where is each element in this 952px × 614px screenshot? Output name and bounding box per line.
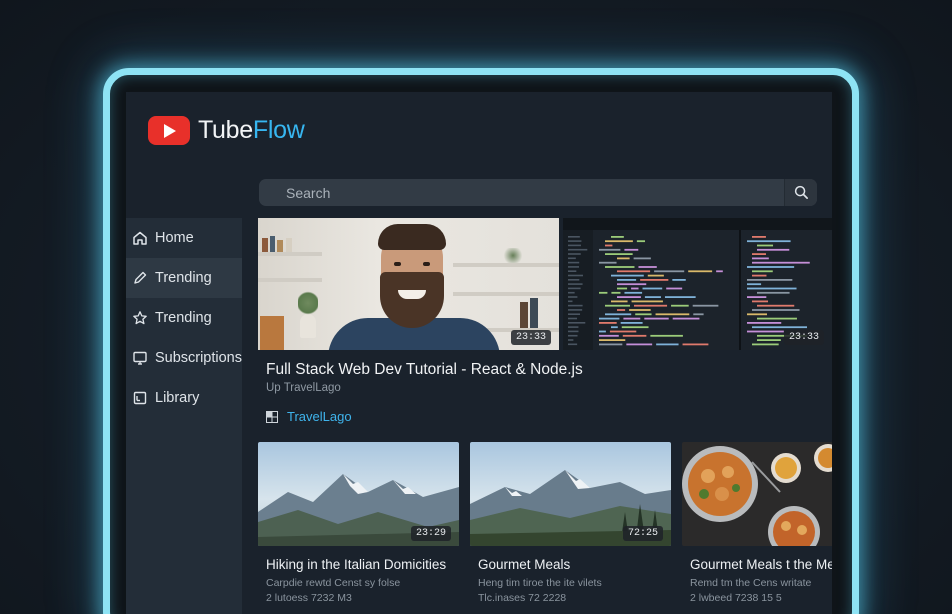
sidebar-item-label: Home bbox=[155, 230, 194, 246]
star-icon bbox=[131, 309, 149, 327]
channel-name: TravelLago bbox=[287, 409, 352, 424]
video-card[interactable]: 72:25 Gourmet Meals Heng tim tiroe the i… bbox=[470, 442, 671, 604]
sidebar-item-label: Trending bbox=[155, 310, 212, 326]
video-meta: Carpdie rewtd Censt sy folse bbox=[266, 577, 401, 589]
channel-link[interactable]: TravelLago bbox=[266, 409, 352, 424]
channel-icon bbox=[266, 410, 278, 423]
video-meta: Heng tim tiroe the ite vilets bbox=[478, 577, 602, 589]
video-card[interactable]: 23:29 Hiking in the Italian Domicities C… bbox=[258, 442, 459, 604]
search-input[interactable] bbox=[259, 179, 784, 206]
book-decoration bbox=[530, 298, 538, 328]
sidebar-item-trending-2[interactable]: Trending bbox=[126, 298, 242, 338]
person-eye bbox=[394, 262, 401, 266]
home-icon bbox=[131, 229, 149, 247]
shelf-decoration bbox=[258, 252, 322, 256]
duration-badge: 23:33 bbox=[783, 330, 824, 345]
pencil-icon bbox=[131, 269, 149, 287]
featured-video[interactable]: 23:33 23:33 bbox=[258, 218, 832, 350]
video-stats: 2 lutoess 7232 M3 bbox=[266, 592, 352, 604]
app-name-part2: Flow bbox=[252, 116, 305, 144]
shelf-decoration bbox=[453, 263, 559, 267]
video-stats: Tlc.inases 72 2228 bbox=[478, 592, 567, 604]
featured-subtitle: Up TravelLago bbox=[266, 382, 341, 394]
shelf-decoration bbox=[453, 292, 559, 296]
person-hair bbox=[378, 224, 446, 250]
duration-badge: 23:29 bbox=[410, 526, 451, 541]
book-decoration bbox=[286, 238, 292, 252]
book-decoration bbox=[270, 236, 275, 252]
featured-title[interactable]: Full Stack Web Dev Tutorial - React & No… bbox=[266, 361, 583, 379]
duration-badge: 23:33 bbox=[510, 330, 551, 345]
library-icon bbox=[131, 389, 149, 407]
app-name: TubeFlow bbox=[198, 116, 305, 145]
play-logo-icon bbox=[148, 116, 190, 145]
duration-badge: 72:25 bbox=[622, 526, 663, 541]
featured-thumbnail[interactable]: 23:33 bbox=[258, 218, 559, 350]
book-decoration bbox=[277, 240, 283, 252]
sidebar-item-subscriptions[interactable]: Subscriptions bbox=[126, 338, 242, 378]
video-title[interactable]: Gourmet Meals bbox=[470, 557, 671, 572]
sidebar-item-library[interactable]: Library bbox=[126, 378, 242, 418]
video-meta: Remd tm the Cens writate bbox=[690, 577, 812, 589]
search-bar bbox=[259, 179, 817, 206]
food-scene bbox=[682, 444, 832, 546]
video-title[interactable]: Hiking in the Italian Domicities bbox=[258, 557, 459, 572]
video-stats: 2 lwbeed 7238 15 5 bbox=[690, 592, 782, 604]
video-thumbnail[interactable] bbox=[682, 442, 832, 546]
vase-decoration bbox=[300, 314, 316, 338]
video-thumbnail[interactable]: 23:29 bbox=[258, 442, 459, 546]
app-logo[interactable]: TubeFlow bbox=[148, 116, 305, 145]
plant-decoration bbox=[298, 290, 318, 316]
search-button[interactable] bbox=[784, 179, 817, 206]
plant-decoration bbox=[502, 248, 524, 263]
lamp-decoration bbox=[260, 316, 284, 350]
book-decoration bbox=[520, 302, 528, 328]
sidebar-item-home[interactable]: Home bbox=[126, 218, 242, 258]
sidebar: Home Trending Trending Subscriptions Lib… bbox=[126, 218, 242, 614]
video-title[interactable]: Gourmet Meals t the Mel bbox=[682, 557, 832, 572]
shelf-decoration bbox=[258, 278, 322, 282]
search-icon bbox=[794, 185, 808, 199]
video-card[interactable]: Gourmet Meals t the Mel Remd tm the Cens… bbox=[682, 442, 832, 604]
sidebar-item-label: Library bbox=[155, 390, 200, 406]
subscriptions-icon bbox=[131, 349, 149, 367]
sidebar-item-label: Trending bbox=[155, 270, 212, 286]
sidebar-item-trending[interactable]: Trending bbox=[126, 258, 242, 298]
sidebar-item-label: Subscriptions bbox=[154, 350, 242, 366]
book-decoration bbox=[262, 238, 268, 252]
app-name-part1: Tube bbox=[198, 116, 253, 144]
app-window: TubeFlow Home Trending Tren bbox=[126, 92, 832, 614]
video-thumbnail[interactable]: 72:25 bbox=[470, 442, 671, 546]
person-eye bbox=[423, 262, 430, 266]
code-thumbnail[interactable]: 23:33 bbox=[563, 218, 832, 350]
